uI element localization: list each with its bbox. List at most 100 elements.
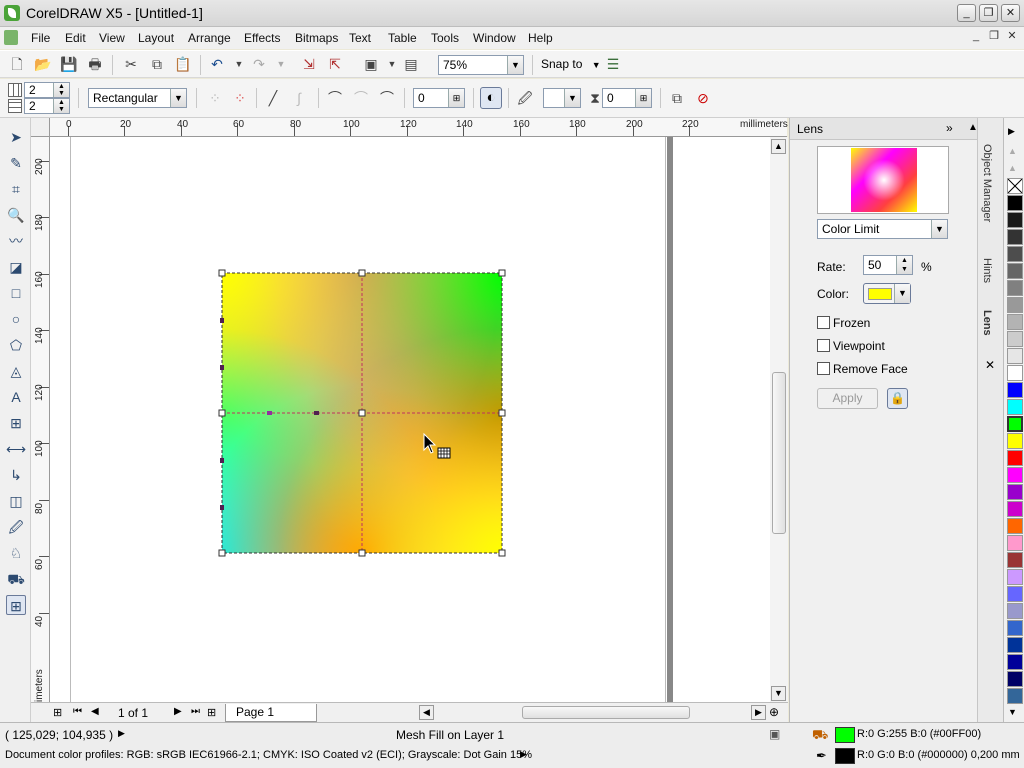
lock-icon[interactable]: 🔒 [887, 388, 908, 409]
menu-window[interactable]: Window [473, 31, 516, 45]
copy-icon[interactable]: ⧉ [148, 55, 166, 73]
launcher-dropdown-icon[interactable]: ▼ [383, 55, 401, 73]
import-icon[interactable]: ⇲ [300, 55, 318, 73]
navigator-icon[interactable]: ⊕ [769, 705, 779, 719]
dimension-tool-icon[interactable]: ⟷ [6, 439, 26, 459]
doc-close-button[interactable]: ✕ [1004, 29, 1020, 44]
transparency-value-input[interactable]: 0 ⊞ [602, 88, 652, 108]
color-swatch[interactable] [1007, 195, 1023, 211]
color-swatch[interactable] [1007, 297, 1023, 313]
palette-scroll-up-icon[interactable]: ▶ [1008, 126, 1015, 137]
next-page-icon[interactable]: ▶ [174, 706, 182, 717]
clear-mesh-icon[interactable]: ⊘ [694, 89, 712, 107]
color-swatch[interactable] [1007, 688, 1023, 704]
outline-color-indicator[interactable] [835, 748, 855, 764]
smooth-mesh-color-icon[interactable]: ◐ [480, 87, 502, 109]
polygon-tool-icon[interactable]: ⬠ [6, 335, 26, 355]
zoom-level-select[interactable]: 75% ▼ [438, 55, 524, 75]
frozen-checkbox[interactable] [817, 316, 830, 329]
close-button[interactable]: ✕ [1001, 4, 1020, 22]
to-line-icon[interactable]: ╱ [264, 89, 282, 107]
palette-scroll-down-icon[interactable]: ▼ [1008, 707, 1017, 717]
document-icon[interactable] [4, 30, 18, 45]
menu-arrange[interactable]: Arrange [188, 31, 231, 45]
menu-help[interactable]: Help [528, 31, 553, 45]
undo-dropdown-icon[interactable]: ▼ [230, 55, 248, 73]
eyedropper-icon[interactable]: 🖉 [516, 89, 534, 107]
redo-icon[interactable]: ↷ [250, 55, 268, 73]
no-color-swatch[interactable] [1007, 178, 1023, 194]
options-icon[interactable]: ☰ [604, 55, 622, 73]
ruler-origin[interactable] [31, 118, 50, 137]
welcome-screen-icon[interactable]: ▤ [402, 55, 420, 73]
color-swatch[interactable] [1007, 348, 1023, 364]
crop-tool-icon[interactable]: ⌗ [6, 179, 26, 199]
page-tab[interactable]: Page 1 [225, 704, 317, 722]
menu-tools[interactable]: Tools [431, 31, 459, 45]
previous-page-icon[interactable]: ◀ [91, 706, 99, 717]
color-swatch[interactable] [1007, 263, 1023, 279]
symmetrical-node-icon[interactable]: ⌒ [378, 89, 396, 107]
rectangle-tool-icon[interactable]: □ [6, 283, 26, 303]
outline-tool-icon[interactable]: ♘ [6, 543, 26, 563]
docker-expand-icon[interactable]: » [946, 121, 953, 135]
last-page-icon[interactable]: ⏭ [191, 706, 200, 717]
slider-toggle-icon[interactable]: ⊞ [635, 89, 651, 107]
menu-file[interactable]: File [31, 31, 50, 45]
scroll-right-icon[interactable]: ▶ [751, 705, 766, 720]
blend-tool-icon[interactable]: ◫ [6, 491, 26, 511]
color-swatch[interactable] [1007, 569, 1023, 585]
palette-scroll-up-icon[interactable]: ▲ [1008, 146, 1017, 156]
menu-text[interactable]: Text [349, 31, 371, 45]
mesh-selection-mode-select[interactable]: Rectangular ▼ [88, 88, 187, 108]
close-docker-tab-icon[interactable]: ✕ [985, 358, 995, 372]
color-swatch[interactable] [1007, 382, 1023, 398]
color-swatch[interactable] [1007, 637, 1023, 653]
color-swatch[interactable] [1007, 552, 1023, 568]
status-expand-icon[interactable]: ▶ [520, 749, 527, 760]
cut-icon[interactable]: ✂ [122, 55, 140, 73]
mesh-fill-tool-icon[interactable]: ⊞ [6, 595, 26, 615]
fill-color-indicator[interactable] [835, 727, 855, 743]
transparency-mode-select[interactable]: ▼ [543, 88, 581, 108]
color-swatch[interactable] [1007, 603, 1023, 619]
vertical-scrollbar[interactable]: ▲ ▼ [770, 137, 788, 702]
vertical-ruler[interactable]: 200 180 160 140 120 100 80 60 40 millime… [31, 137, 50, 717]
color-swatch-selected[interactable] [1007, 416, 1023, 432]
scroll-thumb[interactable] [772, 372, 786, 534]
curve-smoothness-input[interactable]: 0 ⊞ [413, 88, 465, 108]
color-swatch[interactable] [1007, 671, 1023, 687]
mesh-fill-object-svg[interactable] [50, 137, 770, 702]
doc-minimize-button[interactable]: _ [968, 29, 984, 44]
scroll-up-icon[interactable]: ▲ [771, 139, 786, 154]
menu-edit[interactable]: Edit [65, 31, 86, 45]
doc-restore-button[interactable]: ❐ [986, 29, 1002, 44]
color-swatch[interactable] [1007, 229, 1023, 245]
color-swatch[interactable] [1007, 399, 1023, 415]
menu-view[interactable]: View [99, 31, 125, 45]
status-expand-icon[interactable]: ▶ [118, 728, 125, 739]
minimize-button[interactable]: _ [957, 4, 976, 22]
menu-effects[interactable]: Effects [244, 31, 280, 45]
copy-mesh-fill-icon[interactable]: ⧉ [668, 89, 686, 107]
shape-tool-icon[interactable]: ✎ [6, 153, 26, 173]
restore-button[interactable]: ❐ [979, 4, 998, 22]
color-swatch[interactable] [1007, 365, 1023, 381]
pick-tool-icon[interactable]: ➤ [6, 127, 26, 147]
color-swatch[interactable] [1007, 314, 1023, 330]
first-page-icon[interactable]: ⏮ [73, 706, 82, 717]
new-document-icon[interactable]: 🗋 [8, 55, 26, 73]
mesh-fill-rectangle[interactable] [218, 269, 506, 557]
to-curve-icon[interactable]: ∫ [290, 89, 308, 107]
lens-type-select[interactable]: Color Limit ▼ [817, 219, 948, 239]
add-node-icon[interactable]: ⁘ [206, 89, 224, 107]
remove-face-checkbox[interactable] [817, 362, 830, 375]
add-page-after-icon[interactable]: ⊞ [207, 706, 216, 719]
color-swatch[interactable] [1007, 450, 1023, 466]
fit-icon[interactable]: ▣ [769, 727, 780, 741]
scroll-down-icon[interactable]: ▼ [771, 686, 786, 701]
color-swatch[interactable] [1007, 433, 1023, 449]
menu-bitmaps[interactable]: Bitmaps [295, 31, 338, 45]
color-swatch[interactable] [1007, 620, 1023, 636]
lens-color-picker[interactable]: ▼ [863, 283, 911, 304]
